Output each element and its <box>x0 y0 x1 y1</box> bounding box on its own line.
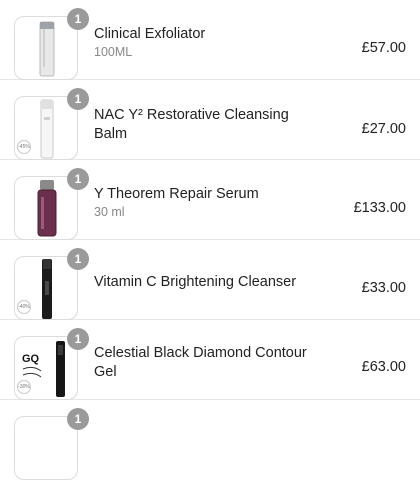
cart-item-row[interactable]: 1 Y Theorem Repair Serum 30 ml £133.00 <box>0 160 420 240</box>
product-thumbnail-icon <box>15 417 78 480</box>
quantity-badge: 1 <box>67 168 89 190</box>
discount-badge: -45% <box>17 140 31 154</box>
cart-item-row[interactable]: 1 Clinical Exfoliator 100ML £57.00 <box>0 0 420 80</box>
discount-badge: -40% <box>17 300 31 314</box>
product-name[interactable]: Clinical Exfoliator <box>94 25 314 44</box>
quantity-badge: 1 <box>67 248 89 270</box>
quantity-badge: 1 <box>67 8 89 30</box>
quantity-badge: 1 <box>67 328 89 350</box>
product-price: £57.00 <box>361 40 406 56</box>
quantity-badge: 1 <box>67 408 89 430</box>
product-size: 30 ml <box>94 205 125 219</box>
product-name[interactable]: Vitamin C Brightening Cleanser <box>94 273 314 292</box>
cart-item-row[interactable]: 1 <box>0 400 420 480</box>
svg-text:GQ: GQ <box>22 353 40 365</box>
serum-bottle-icon <box>37 180 57 237</box>
product-price: £63.00 <box>361 359 406 375</box>
tall-bottle-icon <box>39 21 55 77</box>
cart-item-row[interactable]: -45% 1 NAC Y² Restorative Cleansing Balm… <box>0 80 420 160</box>
product-name[interactable]: NAC Y² Restorative Cleansing Balm <box>94 106 314 144</box>
cart-item-row[interactable]: GQ -30% 1 Celestial Black Diamond Contou… <box>0 320 420 400</box>
cart-item-list: 1 Clinical Exfoliator 100ML £57.00 -45% … <box>0 0 420 480</box>
discount-badge: -30% <box>17 380 31 394</box>
quantity-badge: 1 <box>67 88 89 110</box>
product-price: £133.00 <box>353 200 406 216</box>
product-name[interactable]: Celestial Black Diamond Contour Gel <box>94 344 314 382</box>
product-name[interactable]: Y Theorem Repair Serum <box>94 185 314 204</box>
product-price: £33.00 <box>361 280 406 296</box>
cart-item-row[interactable]: -40% 1 Vitamin C Brightening Cleanser £3… <box>0 240 420 320</box>
product-price: £27.00 <box>361 121 406 137</box>
product-size: 100ML <box>94 45 133 59</box>
